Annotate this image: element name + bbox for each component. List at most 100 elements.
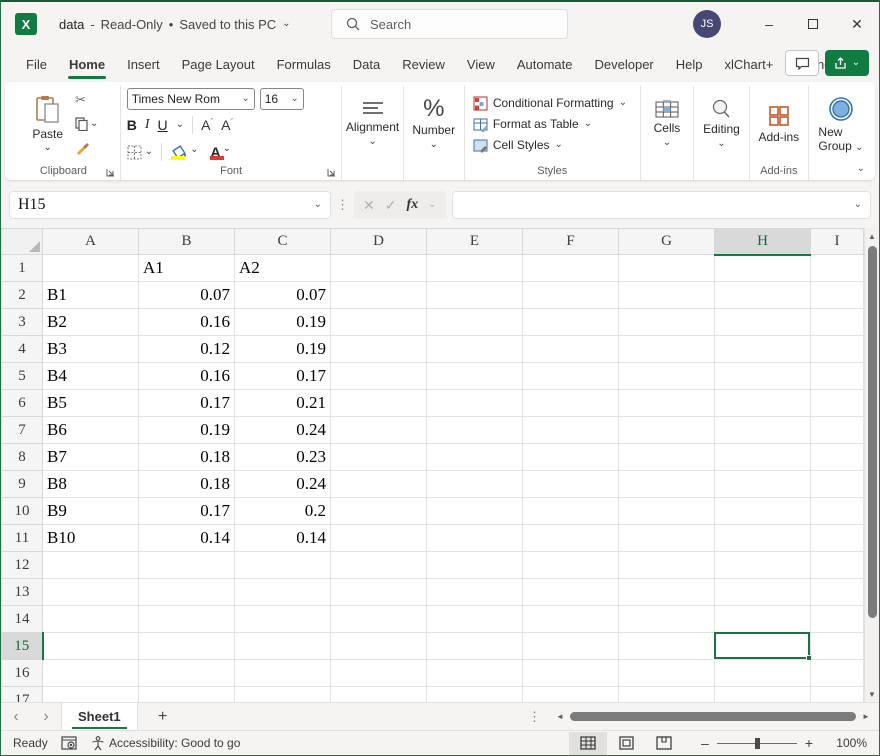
selected-cell-h15[interactable] [714,632,810,659]
cell-H2[interactable] [715,282,811,309]
cell-A3[interactable]: B2 [43,309,139,336]
cell-B3[interactable]: 0.16 [139,309,235,336]
cell-D14[interactable] [331,606,427,633]
cell-F7[interactable] [523,417,619,444]
cell-E1[interactable] [427,255,523,282]
cell-D15[interactable] [331,633,427,660]
avatar[interactable]: JS [693,10,721,38]
share-button[interactable]: ⌄ [825,50,869,76]
document-title[interactable]: data - Read-Only • Saved to this PC ⌄ [59,17,291,32]
prev-sheet-button[interactable]: ‹ [1,708,31,726]
row-header-13[interactable]: 13 [2,579,43,606]
cell-H6[interactable] [715,390,811,417]
cell-E7[interactable] [427,417,523,444]
zoom-slider[interactable] [717,743,797,744]
underline-chevron-down-icon[interactable]: ⌄ [176,120,184,130]
vertical-scrollbar[interactable]: ▲ ▼ [864,228,879,702]
cell-A5[interactable]: B4 [43,363,139,390]
cell-E17[interactable] [427,687,523,703]
cell-B13[interactable] [139,579,235,606]
cell-B8[interactable]: 0.18 [139,444,235,471]
cell-H3[interactable] [715,309,811,336]
cell-I11[interactable] [811,525,864,552]
cell-F13[interactable] [523,579,619,606]
cell-H8[interactable] [715,444,811,471]
tab-home[interactable]: Home [58,52,116,77]
cell-A1[interactable] [43,255,139,282]
tab-developer[interactable]: Developer [584,52,665,77]
row-header-11[interactable]: 11 [2,525,43,552]
cell-H13[interactable] [715,579,811,606]
editing-button[interactable]: Editing ⌄ [694,86,748,162]
cell-A10[interactable]: B9 [43,498,139,525]
cell-F2[interactable] [523,282,619,309]
row-header-10[interactable]: 10 [2,498,43,525]
next-sheet-button[interactable]: › [31,708,61,726]
cell-F14[interactable] [523,606,619,633]
tab-xlchart-[interactable]: xlChart+ [714,52,785,77]
cell-I12[interactable] [811,552,864,579]
formula-expand-chevron-icon[interactable]: ⌄ [854,200,862,210]
cell-H10[interactable] [715,498,811,525]
cell-I5[interactable] [811,363,864,390]
cell-G8[interactable] [619,444,715,471]
font-color-button[interactable]: A ⌄ [209,144,234,160]
close-button[interactable]: ✕ [835,2,879,46]
cell-B10[interactable]: 0.17 [139,498,235,525]
tab-data[interactable]: Data [342,52,391,77]
tab-formulas[interactable]: Formulas [266,52,342,77]
cell-G15[interactable] [619,633,715,660]
cell-B2[interactable]: 0.07 [139,282,235,309]
macro-record-button[interactable] [61,736,77,750]
conditional-formatting-button[interactable]: Conditional Formatting ⌄ [473,96,627,111]
copy-button[interactable]: ⌄ [73,114,100,134]
cell-C8[interactable]: 0.23 [235,444,331,471]
minimize-button[interactable]: – [747,2,791,46]
cell-F5[interactable] [523,363,619,390]
row-header-4[interactable]: 4 [2,336,43,363]
row-header-7[interactable]: 7 [2,417,43,444]
cell-B15[interactable] [139,633,235,660]
column-header-g[interactable]: G [619,229,715,255]
collapse-ribbon-chevron-icon[interactable]: ⌄ [857,164,865,174]
cell-C3[interactable]: 0.19 [235,309,331,336]
row-header-3[interactable]: 3 [2,309,43,336]
cell-A14[interactable] [43,606,139,633]
cell-D3[interactable] [331,309,427,336]
cell-B6[interactable]: 0.17 [139,390,235,417]
tab-help[interactable]: Help [665,52,714,77]
cell-D2[interactable] [331,282,427,309]
cell-E6[interactable] [427,390,523,417]
column-header-h[interactable]: H [715,229,811,255]
format-as-table-button[interactable]: Format as Table ⌄ [473,117,627,132]
zoom-percentage[interactable]: 100% [823,736,867,750]
cell-H1[interactable] [715,255,811,282]
cell-C4[interactable]: 0.19 [235,336,331,363]
cell-D6[interactable] [331,390,427,417]
sheet-tab-sheet1[interactable]: Sheet1 [61,703,138,731]
cell-B11[interactable]: 0.14 [139,525,235,552]
cell-F4[interactable] [523,336,619,363]
cell-E4[interactable] [427,336,523,363]
cell-H7[interactable] [715,417,811,444]
name-box[interactable]: H15 ⌄ [9,191,331,219]
cell-C7[interactable]: 0.24 [235,417,331,444]
cell-I7[interactable] [811,417,864,444]
column-header-d[interactable]: D [331,229,427,255]
cell-F9[interactable] [523,471,619,498]
confirm-entry-button[interactable]: ✓ [385,197,397,214]
cell-C6[interactable]: 0.21 [235,390,331,417]
cell-B1[interactable]: A1 [139,255,235,282]
horizontal-scrollbar[interactable]: ◄ ► [553,703,873,730]
cell-C2[interactable]: 0.07 [235,282,331,309]
cell-E13[interactable] [427,579,523,606]
sheetbar-grip-icon[interactable]: ⋮ [528,709,541,725]
formula-bar-grip-icon[interactable]: ⋮ [336,197,349,213]
cell-H14[interactable] [715,606,811,633]
cell-F11[interactable] [523,525,619,552]
cell-F17[interactable] [523,687,619,703]
underline-button[interactable]: U [158,117,168,133]
fill-color-button[interactable]: ⌄ [170,145,200,160]
normal-view-button[interactable] [569,732,607,755]
cell-E2[interactable] [427,282,523,309]
